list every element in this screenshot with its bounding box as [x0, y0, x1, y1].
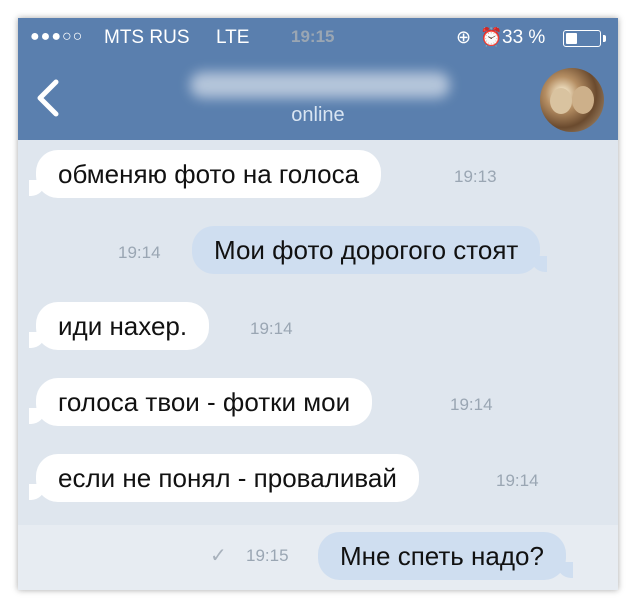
battery-icon: [563, 30, 606, 47]
delivered-check-icon: ✓: [210, 545, 227, 567]
message-time: 19:13: [454, 167, 497, 186]
signal-strength-icon: ●●●○○: [30, 28, 84, 45]
avatar-shape: [550, 88, 572, 114]
battery-nub: [603, 35, 606, 42]
message-time: 19:14: [250, 319, 293, 338]
message-list[interactable]: обменяю фото на голоса 19:13 19:14 Мои ф…: [18, 140, 618, 590]
battery-level: [566, 33, 577, 44]
outgoing-message[interactable]: Мне спеть надо?: [318, 532, 573, 580]
message-time: 19:15: [246, 546, 289, 565]
battery-percent: 33 %: [502, 27, 546, 48]
status-time: 19:15: [291, 27, 335, 46]
outgoing-message[interactable]: Мои фото дорогого стоят: [192, 226, 548, 274]
phone-screen: ●●●○○ MTS RUS LTE 19:15 ⊕ ⏰ 33 % online …: [18, 18, 618, 590]
incoming-message[interactable]: если не понял - проваливай: [29, 454, 419, 502]
contact-status: online: [291, 104, 345, 126]
status-bar: ●●●○○ MTS RUS LTE 19:15 ⊕ ⏰ 33 %: [18, 18, 618, 56]
contact-name[interactable]: [190, 72, 450, 98]
carrier-name: MTS RUS: [104, 27, 190, 48]
network-type: LTE: [216, 27, 250, 48]
avatar[interactable]: [540, 68, 604, 132]
avatar-shape: [572, 86, 594, 114]
alarm-icon: ⏰: [480, 27, 503, 47]
rotation-lock-icon: ⊕: [456, 27, 472, 47]
chat-header: online: [18, 56, 618, 140]
incoming-message[interactable]: обменяю фото на голоса: [28, 150, 382, 198]
message-time: 19:14: [450, 395, 493, 414]
incoming-message[interactable]: голоса твои - фотки мои: [28, 378, 373, 426]
message-time: 19:14: [496, 471, 539, 490]
message-time: 19:14: [118, 243, 161, 262]
incoming-message[interactable]: иди нахер.: [28, 302, 210, 350]
